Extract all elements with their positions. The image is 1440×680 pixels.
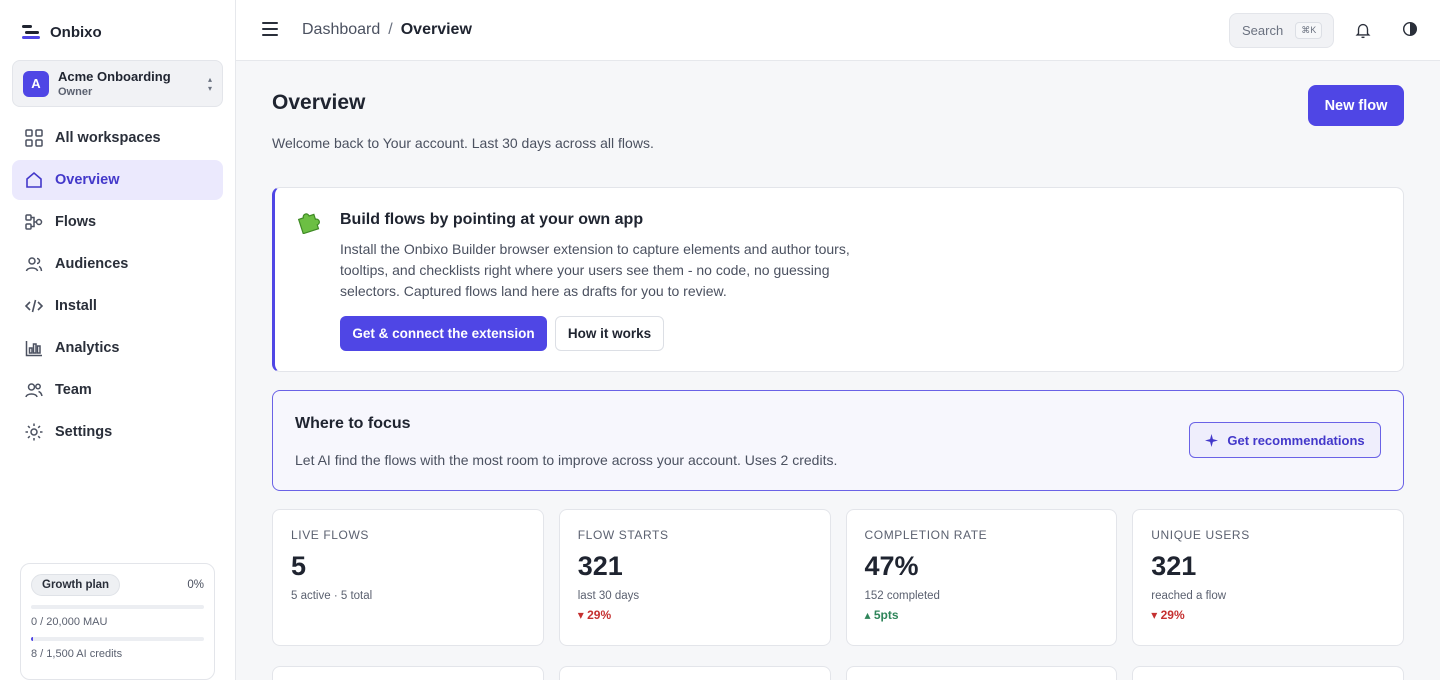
stat-label: COMPLETION RATE [864, 528, 988, 542]
page-subtitle: Welcome back to Your account. Last 30 da… [272, 135, 654, 151]
sidebar-item-team[interactable]: Team [12, 370, 223, 410]
brand-mark-icon [22, 22, 42, 42]
search-label: Search [1242, 23, 1284, 38]
credits-progress-fill [31, 637, 33, 641]
get-recommendations-label: Get recommendations [1227, 432, 1365, 448]
team-icon [25, 383, 43, 398]
workspace-role: Owner [58, 85, 93, 98]
brand-name: Onbixo [50, 23, 102, 41]
sidebar-item-label: Analytics [55, 340, 120, 356]
stat-value: 47% [864, 551, 919, 581]
grid-icon [25, 129, 43, 147]
stat-card-completion-rate: COMPLETION RATE 47% 152 completed ▴ 5pts [845, 509, 1118, 646]
stat-label: FLOW STARTS [577, 528, 669, 542]
stat-delta: ▾ 29% [1151, 608, 1185, 622]
stat-meta: 5 active · 5 total [291, 590, 373, 602]
stat-value: 5 [291, 551, 307, 581]
how-it-works-button[interactable]: How it works [555, 316, 664, 351]
sidebar-item-label: Settings [55, 424, 113, 440]
plan-usage-card: Growth plan 0% 0 / 20,000 MAU 8 / 1,500 … [20, 563, 215, 680]
sidebar-item-label: Flows [55, 214, 97, 230]
workspace-avatar: A [23, 70, 49, 97]
flows-icon [25, 214, 43, 230]
bell-icon[interactable] [1354, 21, 1372, 39]
stat-card-partial [1132, 666, 1404, 680]
sidebar-item-settings[interactable]: Settings [12, 412, 223, 452]
stat-value: 321 [1151, 551, 1197, 581]
sidebar-item-label: Install [55, 298, 97, 314]
code-icon [24, 299, 44, 313]
new-flow-button[interactable]: New flow [1308, 85, 1404, 126]
theme-toggle-icon[interactable] [1401, 20, 1419, 38]
bar-chart-icon [25, 341, 42, 357]
stat-delta: ▾ 29% [577, 608, 612, 622]
get-recommendations-button[interactable]: Get recommendations [1189, 422, 1381, 458]
sidebar-item-overview[interactable]: Overview [12, 160, 223, 200]
mau-usage-label: 0 / 20,000 MAU [31, 616, 108, 628]
stat-card-live-flows: LIVE FLOWS 5 5 active · 5 total [272, 509, 544, 646]
breadcrumb-dashboard[interactable]: Dashboard [302, 21, 380, 39]
sidebar-item-label: Audiences [55, 256, 129, 272]
home-icon [26, 171, 42, 188]
stat-card-partial [558, 666, 831, 680]
brand-logo[interactable]: Onbixo [22, 22, 102, 42]
stat-card-partial [272, 666, 544, 680]
search-shortcut: ⌘K [1295, 22, 1323, 39]
stats-row: LIVE FLOWS 5 5 active · 5 total FLOW STA… [272, 509, 1404, 646]
chevron-updown-icon: ▴ ▾ [207, 74, 212, 93]
focus-card-body: Let AI find the flows with the most room… [295, 452, 838, 468]
focus-card-title: Where to focus [295, 415, 411, 432]
sidebar-item-label: Overview [55, 172, 120, 188]
breadcrumb-separator: / [388, 21, 393, 38]
main-content: Overview Welcome back to Your account. L… [236, 61, 1440, 680]
breadcrumb: Dashboard / Overview [302, 21, 472, 39]
sidebar-item-analytics[interactable]: Analytics [12, 328, 223, 368]
sidebar-item-label: Team [55, 382, 92, 398]
plan-badge[interactable]: Growth plan [31, 574, 121, 596]
users-icon [25, 257, 43, 272]
sparkle-icon [1205, 433, 1219, 447]
sidebar: Onbixo A Acme Onboarding Owner ▴ ▾ All wo… [0, 0, 236, 680]
connect-extension-button[interactable]: Get & connect the extension [340, 316, 547, 351]
extension-card-body: Install the Onbixo Builder browser exten… [340, 241, 850, 299]
stat-meta: 152 completed [864, 590, 940, 602]
sidebar-nav: All workspaces Overview Flows Audiences … [12, 118, 223, 454]
stat-card-flow-starts: FLOW STARTS 321 last 30 days ▾ 29% [558, 509, 831, 646]
sidebar-item-install[interactable]: Install [12, 286, 223, 326]
sidebar-item-flows[interactable]: Flows [12, 202, 223, 242]
stat-label: LIVE FLOWS [291, 528, 370, 542]
sidebar-item-audiences[interactable]: Audiences [12, 244, 223, 284]
sidebar-item-all-workspaces[interactable]: All workspaces [12, 118, 223, 158]
extension-card: Build flows by pointing at your own app … [272, 187, 1404, 372]
stat-card-partial [845, 666, 1118, 680]
menu-toggle-icon[interactable] [262, 22, 278, 38]
sidebar-item-label: All workspaces [55, 130, 161, 146]
gear-icon [25, 423, 43, 441]
stat-delta: ▴ 5pts [864, 608, 899, 622]
credits-usage-label: 8 / 1,500 AI credits [31, 648, 123, 660]
breadcrumb-current: Overview [400, 21, 472, 38]
search-button[interactable]: Search ⌘K [1229, 13, 1334, 48]
credits-progress-bar [31, 637, 204, 641]
mau-progress-bar [31, 605, 204, 609]
page-title: Overview [272, 91, 366, 114]
topbar: Dashboard / Overview Search ⌘K [236, 0, 1440, 61]
stat-meta: last 30 days [577, 590, 640, 602]
focus-card: Where to focus Let AI find the flows wit… [272, 390, 1404, 491]
stat-meta: reached a flow [1151, 590, 1227, 602]
stat-label: UNIQUE USERS [1151, 528, 1250, 542]
workspace-name: Acme Onboarding [58, 68, 171, 84]
plan-percent: 0% [187, 579, 204, 591]
puzzle-icon [297, 213, 320, 234]
stats-row-secondary [272, 666, 1404, 680]
workspace-switcher[interactable]: A Acme Onboarding Owner ▴ ▾ [12, 60, 223, 107]
extension-card-title: Build flows by pointing at your own app [340, 211, 644, 228]
stat-value: 321 [577, 551, 623, 581]
stat-card-unique-users: UNIQUE USERS 321 reached a flow ▾ 29% [1132, 509, 1404, 646]
